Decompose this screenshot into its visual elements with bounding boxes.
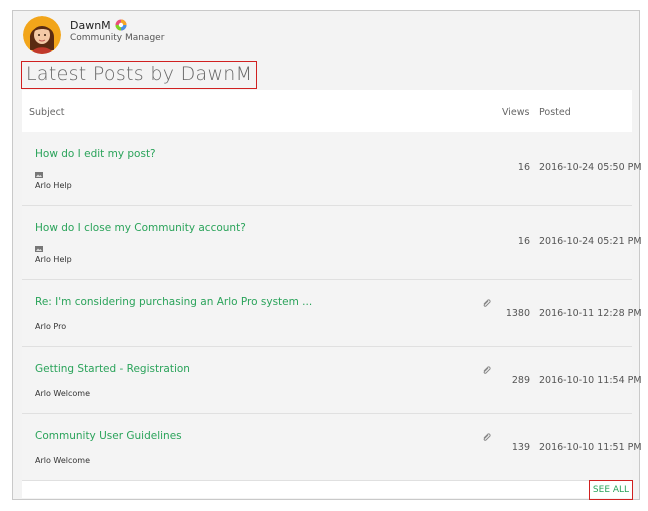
see-all-link[interactable]: SEE ALL	[589, 480, 633, 500]
view-count: 139	[511, 442, 530, 453]
board-link[interactable]: Arlo Welcome	[35, 389, 90, 398]
image-icon	[35, 163, 43, 178]
post-date: 2016-10-11 12:28 PM	[539, 308, 642, 319]
image-icon	[35, 237, 43, 252]
post-subject-link[interactable]: Community User Guidelines	[35, 430, 182, 442]
board-link[interactable]: Arlo Welcome	[35, 456, 90, 465]
view-count: 289	[511, 375, 530, 386]
post-subject-link[interactable]: How do I edit my post?	[35, 148, 156, 160]
table-row: Re: I'm considering purchasing an Arlo P…	[22, 280, 642, 347]
board-link[interactable]: Arlo Help	[35, 255, 72, 264]
table-row: Community User Guidelines Arlo Welcome 1…	[22, 414, 642, 481]
column-header-subject[interactable]: Subject	[29, 107, 65, 118]
post-subject-link[interactable]: Re: I'm considering purchasing an Arlo P…	[35, 296, 312, 308]
posts-table: Subject Views Posted How do I edit my po…	[22, 90, 642, 498]
rank-badge-icon	[115, 16, 127, 31]
view-count: 16	[517, 162, 530, 173]
post-subject-link[interactable]: How do I close my Community account?	[35, 222, 246, 234]
board-link[interactable]: Arlo Help	[35, 181, 72, 190]
attachment-icon	[482, 360, 492, 374]
table-row: How do I edit my post? Arlo Help 16 2016…	[22, 132, 642, 206]
post-date: 2016-10-10 11:51 PM	[539, 442, 642, 453]
table-header: Subject Views Posted	[22, 90, 632, 132]
table-row: How do I close my Community account? Arl…	[22, 206, 642, 280]
username[interactable]: DawnM	[70, 19, 111, 32]
view-count: 1380	[505, 308, 530, 319]
page-title: Latest Posts by DawnM	[21, 61, 258, 89]
post-date: 2016-10-24 05:21 PM	[539, 236, 642, 247]
table-row: Getting Started - Registration Arlo Welc…	[22, 347, 642, 414]
user-profile-header: DawnM Community Manager	[23, 16, 323, 56]
post-date: 2016-10-10 11:54 PM	[539, 375, 642, 386]
post-subject-link[interactable]: Getting Started - Registration	[35, 363, 190, 375]
board-link[interactable]: Arlo Pro	[35, 322, 66, 331]
view-count: 16	[517, 236, 530, 247]
profile-posts-frame: DawnM Community Manager Latest Posts by …	[12, 10, 642, 500]
avatar[interactable]	[23, 16, 61, 54]
user-role: Community Manager	[70, 33, 165, 43]
column-header-views[interactable]: Views	[502, 107, 530, 118]
attachment-icon	[482, 427, 492, 441]
post-date: 2016-10-24 05:50 PM	[539, 162, 642, 173]
attachment-icon	[482, 293, 492, 307]
column-header-posted[interactable]: Posted	[539, 107, 571, 118]
